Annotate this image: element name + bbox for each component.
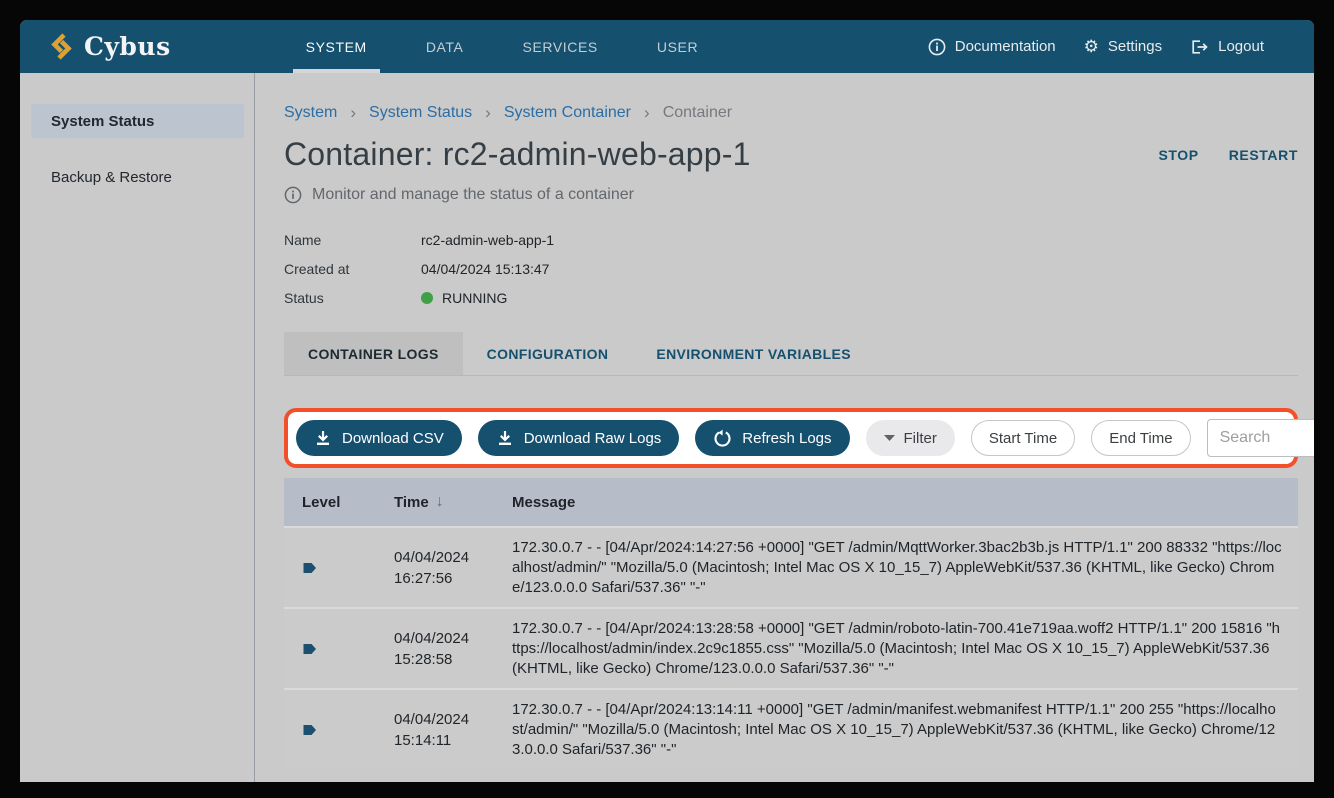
info-circle-icon xyxy=(928,38,946,56)
sort-descending-icon[interactable]: ↓ xyxy=(436,493,444,511)
breadcrumb: System › System Status › System Containe… xyxy=(284,103,1298,123)
log-level-tag-icon xyxy=(302,643,317,655)
column-header-time: Time xyxy=(394,494,429,511)
logs-table-header: Level Time ↓ Message xyxy=(284,478,1298,526)
breadcrumb-separator: › xyxy=(485,103,491,123)
filter-dropdown[interactable]: Filter xyxy=(866,420,955,456)
brand[interactable]: Cybus xyxy=(48,20,171,73)
breadcrumb-separator: › xyxy=(644,103,650,123)
container-details: Name rc2-admin-web-app-1 Created at 04/0… xyxy=(284,225,1298,312)
column-header-level: Level xyxy=(284,494,394,511)
status-badge: RUNNING xyxy=(421,290,507,306)
log-message: 172.30.0.7 - - [04/Apr/2024:13:14:11 +00… xyxy=(512,700,1298,760)
search-input[interactable] xyxy=(1220,429,1314,447)
download-csv-label: Download CSV xyxy=(342,430,444,447)
page-subtitle: Monitor and manage the status of a conta… xyxy=(312,186,634,204)
logout-icon xyxy=(1190,38,1209,56)
documentation-link[interactable]: Documentation xyxy=(928,38,1056,56)
status-label: Status xyxy=(284,290,421,306)
created-at-value: 04/04/2024 15:13:47 xyxy=(421,261,549,277)
info-circle-icon xyxy=(284,186,302,204)
log-row[interactable]: 04/04/2024 16:27:56 172.30.0.7 - - [04/A… xyxy=(284,526,1298,607)
start-time-label: Start Time xyxy=(989,430,1057,447)
log-message: 172.30.0.7 - - [04/Apr/2024:13:28:58 +00… xyxy=(512,619,1298,679)
stop-button[interactable]: STOP xyxy=(1158,147,1198,163)
log-level-tag-icon xyxy=(302,724,317,736)
name-value: rc2-admin-web-app-1 xyxy=(421,232,554,248)
nav-tab-data[interactable]: DATA xyxy=(413,20,477,73)
top-navbar: Cybus SYSTEM DATA SERVICES USER Document… xyxy=(20,20,1314,73)
column-header-message: Message xyxy=(512,494,1298,511)
search-box[interactable] xyxy=(1207,419,1314,457)
logs-toolbar-highlighted: Download CSV Download Raw Logs xyxy=(284,408,1298,468)
settings-label: Settings xyxy=(1108,38,1162,55)
log-message: 172.30.0.7 - - [04/Apr/2024:14:27:56 +00… xyxy=(512,538,1298,598)
sidebar-item-backup-restore[interactable]: Backup & Restore xyxy=(31,160,244,194)
breadcrumb-separator: › xyxy=(350,103,356,123)
refresh-logs-button[interactable]: Refresh Logs xyxy=(695,420,849,456)
breadcrumb-system[interactable]: System xyxy=(284,104,337,122)
download-csv-button[interactable]: Download CSV xyxy=(296,420,462,456)
filter-label: Filter xyxy=(904,430,937,447)
breadcrumb-system-status[interactable]: System Status xyxy=(369,104,472,122)
tab-container-logs[interactable]: CONTAINER LOGS xyxy=(284,332,463,375)
chevron-down-icon xyxy=(884,435,895,441)
sidebar-item-system-status[interactable]: System Status xyxy=(31,104,244,138)
download-raw-logs-button[interactable]: Download Raw Logs xyxy=(478,420,680,456)
download-icon xyxy=(496,429,514,447)
nav-tab-services[interactable]: SERVICES xyxy=(510,20,611,73)
nav-tab-system[interactable]: SYSTEM xyxy=(293,20,380,73)
tab-configuration[interactable]: CONFIGURATION xyxy=(463,332,633,375)
cybus-logo-icon xyxy=(48,31,75,62)
start-time-button[interactable]: Start Time xyxy=(971,420,1075,456)
end-time-button[interactable]: End Time xyxy=(1091,420,1190,456)
gear-icon: ⚙ xyxy=(1084,38,1099,55)
download-raw-logs-label: Download Raw Logs xyxy=(524,430,662,447)
app-window: Cybus SYSTEM DATA SERVICES USER Document… xyxy=(20,20,1314,782)
status-value: RUNNING xyxy=(442,290,507,306)
main-panel: System › System Status › System Containe… xyxy=(255,73,1314,782)
logout-button[interactable]: Logout xyxy=(1190,38,1264,56)
brand-name: Cybus xyxy=(84,32,171,61)
page-title: Container: rc2-admin-web-app-1 xyxy=(284,136,751,173)
log-time: 04/04/2024 16:27:56 xyxy=(394,547,512,589)
log-time: 04/04/2024 15:28:58 xyxy=(394,628,512,670)
restart-button[interactable]: RESTART xyxy=(1229,147,1298,163)
sidebar: System Status Backup & Restore xyxy=(20,73,255,782)
refresh-logs-label: Refresh Logs xyxy=(742,430,831,447)
log-time: 04/04/2024 15:14:11 xyxy=(394,709,512,751)
status-running-dot xyxy=(421,292,433,304)
end-time-label: End Time xyxy=(1109,430,1172,447)
documentation-label: Documentation xyxy=(955,38,1056,55)
breadcrumb-current: Container xyxy=(663,104,732,122)
download-icon xyxy=(314,429,332,447)
refresh-icon xyxy=(713,429,732,448)
logout-label: Logout xyxy=(1218,38,1264,55)
breadcrumb-system-container[interactable]: System Container xyxy=(504,104,631,122)
tab-environment-variables[interactable]: ENVIRONMENT VARIABLES xyxy=(632,332,875,375)
nav-tab-user[interactable]: USER xyxy=(644,20,711,73)
log-level-tag-icon xyxy=(302,562,317,574)
navbar-actions: Documentation ⚙ Settings Logout xyxy=(928,20,1264,73)
log-row[interactable]: 04/04/2024 15:28:58 172.30.0.7 - - [04/A… xyxy=(284,607,1298,688)
log-row[interactable]: 04/04/2024 15:14:11 172.30.0.7 - - [04/A… xyxy=(284,688,1298,769)
settings-button[interactable]: ⚙ Settings xyxy=(1084,38,1162,55)
created-at-label: Created at xyxy=(284,261,421,277)
primary-nav: SYSTEM DATA SERVICES USER xyxy=(293,20,712,73)
name-label: Name xyxy=(284,232,421,248)
logs-table: Level Time ↓ Message xyxy=(284,478,1298,769)
detail-tabs: CONTAINER LOGS CONFIGURATION ENVIRONMENT… xyxy=(284,332,1298,376)
